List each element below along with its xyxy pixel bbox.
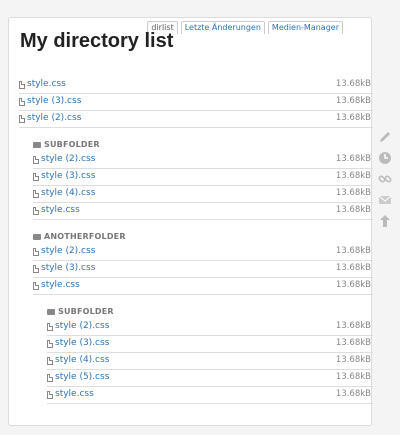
file-link[interactable]: style (2).css [33, 152, 95, 167]
folder-name: ANOTHERFOLDER [44, 232, 126, 241]
list-item: style.css 13.68kB [33, 278, 373, 295]
file-link[interactable]: style.css [33, 203, 80, 218]
file-link[interactable]: style (5).css [47, 370, 109, 385]
file-name: style.css [55, 389, 94, 399]
file-icon [33, 247, 39, 256]
backlinks-link-icon[interactable] [377, 171, 393, 187]
file-size: 13.68kB [335, 96, 371, 106]
file-size: 13.68kB [335, 372, 371, 382]
list-item: style (2).css 13.68kB [19, 111, 373, 128]
file-name: style (2).css [41, 246, 96, 256]
list-item: style (3).css 13.68kB [33, 261, 373, 278]
file-size: 13.68kB [335, 321, 371, 331]
file-icon [47, 373, 53, 382]
back-to-top-arrow-icon[interactable] [377, 213, 393, 229]
file-link[interactable]: style.css [47, 387, 94, 402]
tab-recent-changes[interactable]: Letzte Änderungen [180, 21, 265, 34]
edit-pencil-icon[interactable] [377, 129, 393, 145]
directory-list: style.css 13.68kB style (3).css 13.68kB … [19, 77, 373, 404]
file-link[interactable]: style (3).css [33, 261, 95, 276]
page-content: dirlist Letzte Änderungen Medien-Manager… [8, 17, 373, 426]
list-item: style (2).css 13.68kB [33, 244, 373, 261]
file-name: style.css [27, 79, 66, 89]
file-icon [33, 189, 39, 198]
file-icon [33, 172, 39, 181]
file-icon [47, 339, 53, 348]
file-size: 13.68kB [335, 338, 371, 348]
list-item: style (5).css 13.68kB [47, 370, 373, 387]
file-name: style (5).css [55, 372, 110, 382]
list-item: style (4).css 13.68kB [33, 186, 373, 203]
nested-subfolder-block: SUBFOLDER style (2).css 13.68kB style (3… [47, 305, 373, 404]
file-name: style (3).css [41, 171, 96, 181]
file-icon [47, 356, 53, 365]
file-link[interactable]: style (2).css [47, 319, 109, 334]
folder-name: SUBFOLDER [58, 307, 114, 316]
file-icon [19, 114, 25, 123]
list-item: style (3).css 13.68kB [33, 169, 373, 186]
file-size: 13.68kB [335, 79, 371, 89]
file-name: style.css [41, 205, 80, 215]
subfolder-block: SUBFOLDER style (2).css 13.68kB style (3… [33, 138, 373, 220]
file-link[interactable]: style (3).css [33, 169, 95, 184]
folder-heading: ANOTHERFOLDER [33, 230, 373, 244]
file-name: style (2).css [41, 154, 96, 164]
list-item: style (3).css 13.68kB [47, 336, 373, 353]
file-name: style (2).css [55, 321, 110, 331]
file-size: 13.68kB [335, 205, 371, 215]
folder-icon [33, 142, 41, 148]
list-item: style.css 13.68kB [47, 387, 373, 404]
file-icon [19, 80, 25, 89]
file-name: style.css [41, 280, 80, 290]
file-name: style (2).css [27, 113, 82, 123]
file-size: 13.68kB [335, 113, 371, 123]
list-item: style (2).css 13.68kB [47, 319, 373, 336]
page-tools [377, 129, 395, 234]
file-size: 13.68kB [335, 280, 371, 290]
file-link[interactable]: style (3).css [47, 336, 109, 351]
list-item: style (4).css 13.68kB [47, 353, 373, 370]
file-link[interactable]: style (2).css [19, 111, 81, 126]
list-item: style.css 13.68kB [33, 203, 373, 220]
file-link[interactable]: style (3).css [19, 94, 81, 109]
file-icon [47, 322, 53, 331]
file-size: 13.68kB [335, 389, 371, 399]
file-link[interactable]: style.css [19, 77, 66, 92]
folder-heading: SUBFOLDER [33, 138, 373, 152]
file-icon [47, 390, 53, 399]
file-size: 13.68kB [335, 355, 371, 365]
list-item: style (3).css 13.68kB [19, 94, 373, 111]
list-item: style (2).css 13.68kB [33, 152, 373, 169]
revisions-clock-icon[interactable] [377, 150, 393, 166]
top-tabs: dirlist Letzte Änderungen Medien-Manager [147, 21, 343, 34]
anotherfolder-block: ANOTHERFOLDER style (2).css 13.68kB styl… [33, 230, 373, 404]
file-size: 13.68kB [335, 246, 371, 256]
file-name: style (3).css [27, 96, 82, 106]
file-icon [33, 264, 39, 273]
list-item: style.css 13.68kB [19, 77, 373, 94]
tab-media-manager[interactable]: Medien-Manager [267, 21, 343, 34]
file-name: style (3).css [41, 263, 96, 273]
file-link[interactable]: style.css [33, 278, 80, 293]
file-name: style (4).css [55, 355, 110, 365]
folder-name: SUBFOLDER [44, 140, 100, 149]
file-size: 13.68kB [335, 188, 371, 198]
file-name: style (3).css [55, 338, 110, 348]
file-link[interactable]: style (4).css [47, 353, 109, 368]
subscribe-mail-icon[interactable] [377, 192, 393, 208]
file-size: 13.68kB [335, 263, 371, 273]
file-icon [33, 155, 39, 164]
folder-icon [33, 234, 41, 240]
folder-icon [47, 309, 55, 315]
file-link[interactable]: style (4).css [33, 186, 95, 201]
page-title: My directory list [20, 30, 174, 52]
file-icon [33, 281, 39, 290]
file-size: 13.68kB [335, 154, 371, 164]
folder-heading: SUBFOLDER [47, 305, 373, 319]
file-icon [33, 206, 39, 215]
file-link[interactable]: style (2).css [33, 244, 95, 259]
file-icon [19, 97, 25, 106]
file-name: style (4).css [41, 188, 96, 198]
file-size: 13.68kB [335, 171, 371, 181]
